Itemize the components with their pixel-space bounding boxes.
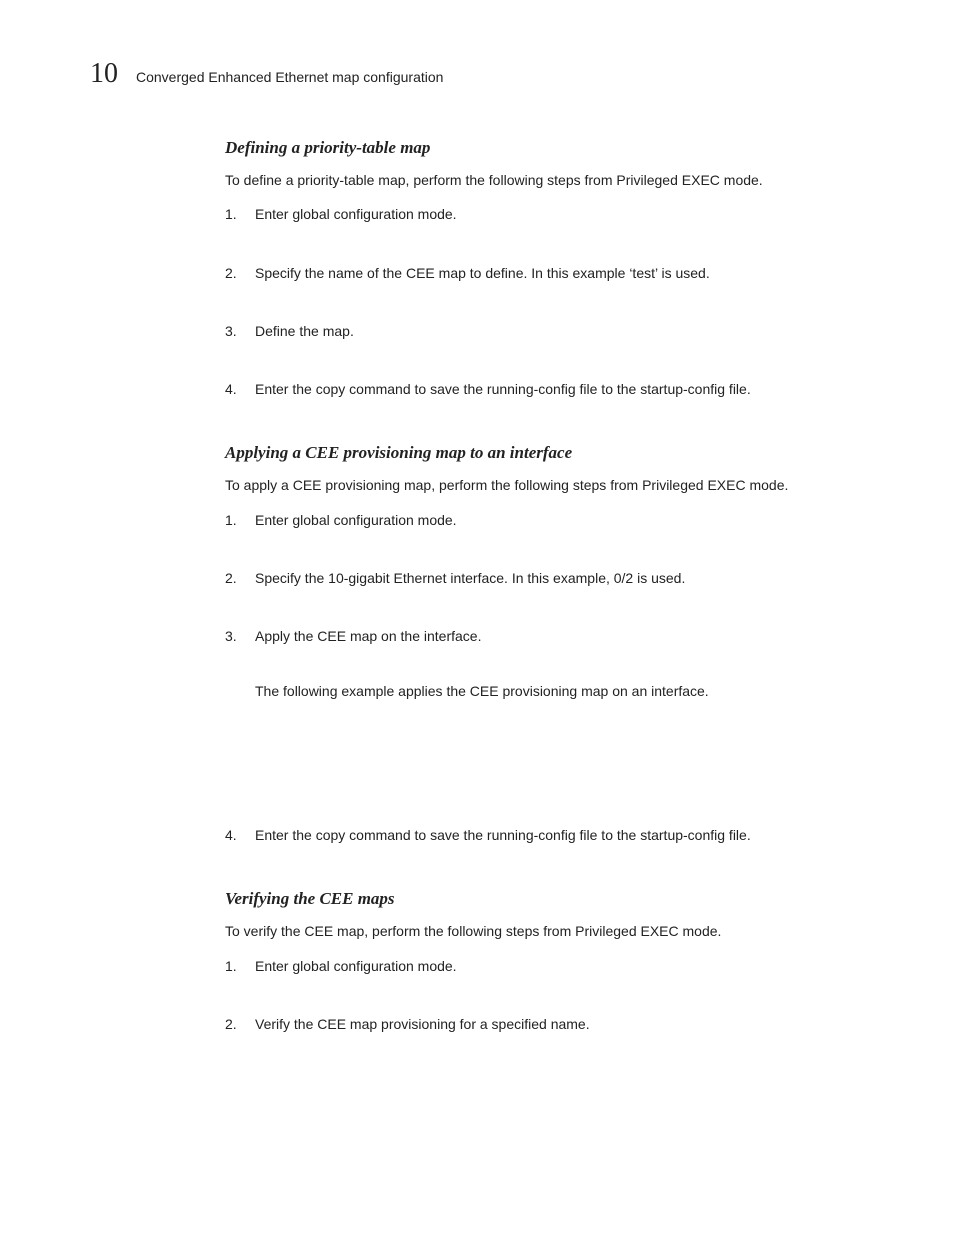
step-item: Specify the name of the CEE map to defin… [225,263,865,283]
step-item: Enter the copy command to save the runni… [225,379,865,399]
section-intro: To verify the CEE map, perform the follo… [225,921,865,941]
chapter-title: Converged Enhanced Ethernet map configur… [136,69,443,91]
step-item: Enter global configuration mode. [225,204,865,224]
step-item: Enter the copy command to save the runni… [225,825,865,845]
step-list: Enter global configuration mode. Verify … [225,956,865,1035]
step-item: Enter global configuration mode. [225,956,865,976]
step-item: Verify the CEE map provisioning for a sp… [225,1014,865,1034]
page: 10 Converged Enhanced Ethernet map confi… [0,0,954,1235]
step-item: Specify the 10-gigabit Ethernet interfac… [225,568,865,588]
section-intro: To apply a CEE provisioning map, perform… [225,475,865,495]
step-note: The following example applies the CEE pr… [255,681,865,701]
chapter-number: 10 [90,58,118,90]
step-item: Apply the CEE map on the interface. The … [225,626,865,787]
example-placeholder [255,701,865,787]
step-list: Enter global configuration mode. Specify… [225,510,865,845]
step-item: Define the map. [225,321,865,341]
section-heading-verifying-cee-maps: Verifying the CEE maps [225,889,865,909]
section-intro: To define a priority-table map, perform … [225,170,865,190]
step-list: Enter global configuration mode. Specify… [225,204,865,399]
step-text: Apply the CEE map on the interface. [255,628,481,644]
step-item: Enter global configuration mode. [225,510,865,530]
page-content: Defining a priority-table map To define … [225,138,865,1034]
section-heading-defining-priority-table-map: Defining a priority-table map [225,138,865,158]
section-heading-applying-cee-provisioning-map: Applying a CEE provisioning map to an in… [225,443,865,463]
page-header: 10 Converged Enhanced Ethernet map confi… [90,58,864,91]
